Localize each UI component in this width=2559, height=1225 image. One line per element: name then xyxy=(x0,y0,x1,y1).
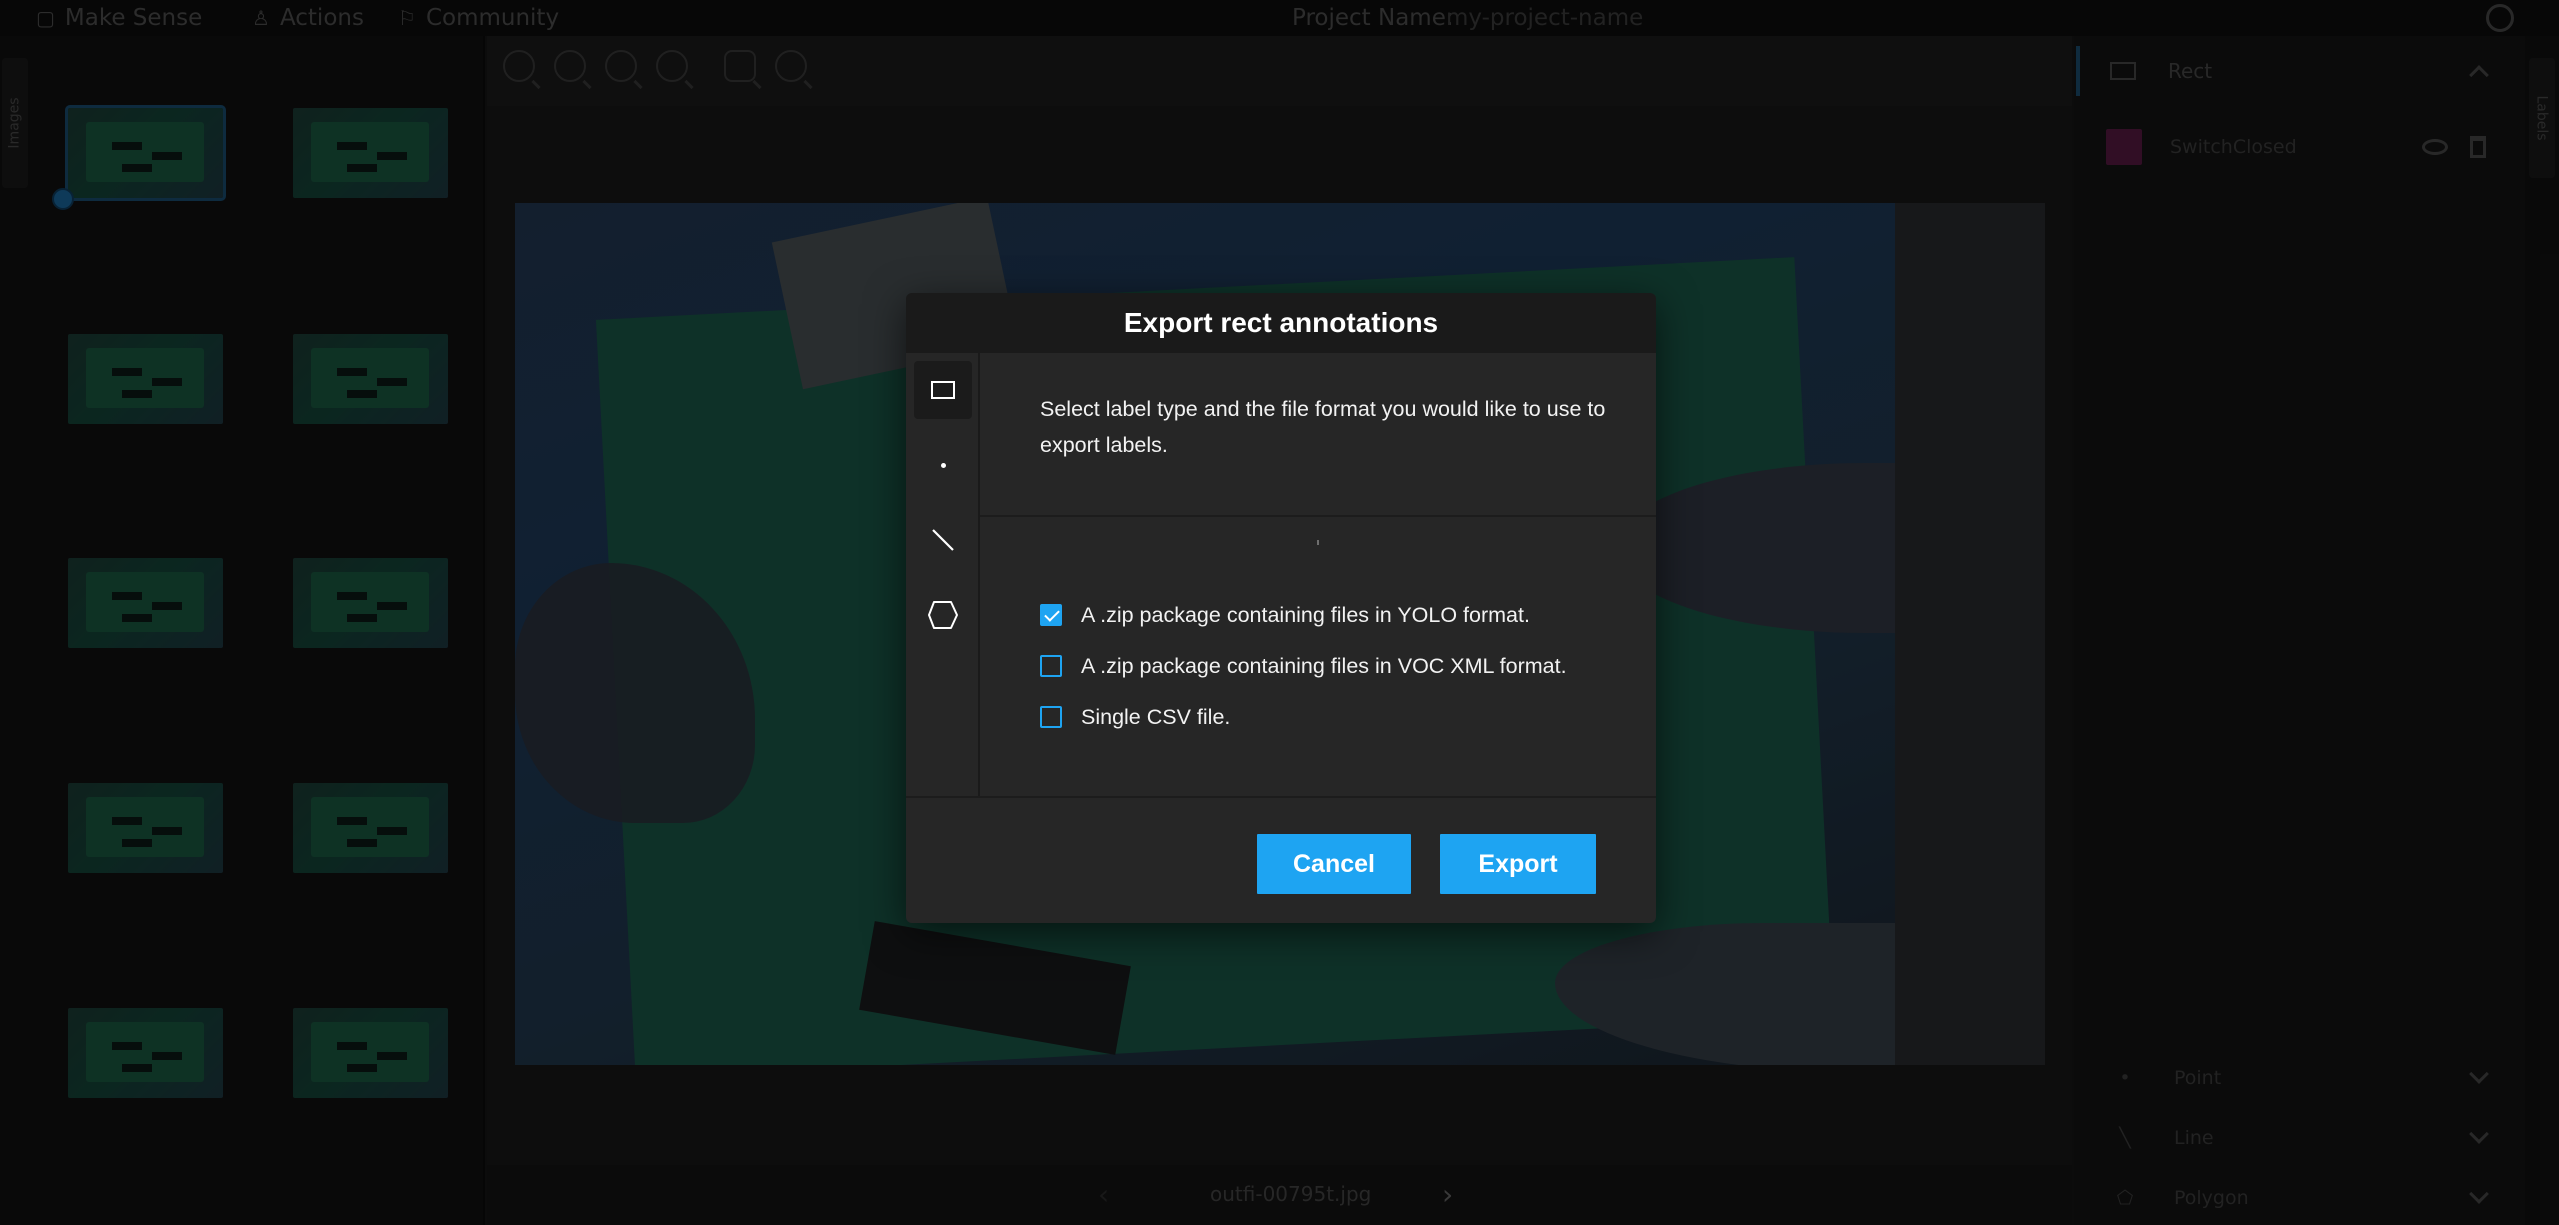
cancel-button[interactable]: Cancel xyxy=(1257,834,1411,894)
checkbox-unchecked-icon[interactable] xyxy=(1040,655,1062,677)
point-icon xyxy=(940,462,946,468)
rect-label-type-button[interactable] xyxy=(914,361,972,419)
label-type-selector xyxy=(906,353,980,796)
yolo-format-option[interactable]: A .zip package containing files in YOLO … xyxy=(1040,600,1530,630)
polygon-icon xyxy=(928,601,958,629)
csv-format-label[interactable]: Single CSV file. xyxy=(1081,705,1230,730)
yolo-format-label[interactable]: A .zip package containing files in YOLO … xyxy=(1081,603,1530,628)
rect-icon xyxy=(931,381,955,399)
polygon-label-type-button[interactable] xyxy=(914,586,972,644)
modal-divider xyxy=(980,515,1656,517)
checkbox-checked-icon[interactable] xyxy=(1040,604,1062,626)
point-label-type-button[interactable] xyxy=(914,436,972,494)
voc-xml-format-label[interactable]: A .zip package containing files in VOC X… xyxy=(1081,654,1567,679)
modal-content: Select label type and the file format yo… xyxy=(980,353,1656,796)
csv-format-option[interactable]: Single CSV file. xyxy=(1040,702,1230,732)
modal-title: Export rect annotations xyxy=(906,293,1656,353)
line-label-type-button[interactable] xyxy=(914,511,972,569)
voc-xml-format-option[interactable]: A .zip package containing files in VOC X… xyxy=(1040,651,1567,681)
app-root: ▢ Make Sense ♙ Actions ⚐ Community Proje… xyxy=(0,0,2559,1225)
export-button[interactable]: Export xyxy=(1440,834,1596,894)
export-annotations-modal: Export rect annotations Select label typ… xyxy=(906,293,1656,923)
modal-description: Select label type and the file format yo… xyxy=(1040,397,1606,457)
line-icon xyxy=(932,529,954,551)
checkbox-unchecked-icon[interactable] xyxy=(1040,706,1062,728)
modal-footer-divider xyxy=(906,796,1656,798)
modal-marker xyxy=(1317,540,1319,545)
